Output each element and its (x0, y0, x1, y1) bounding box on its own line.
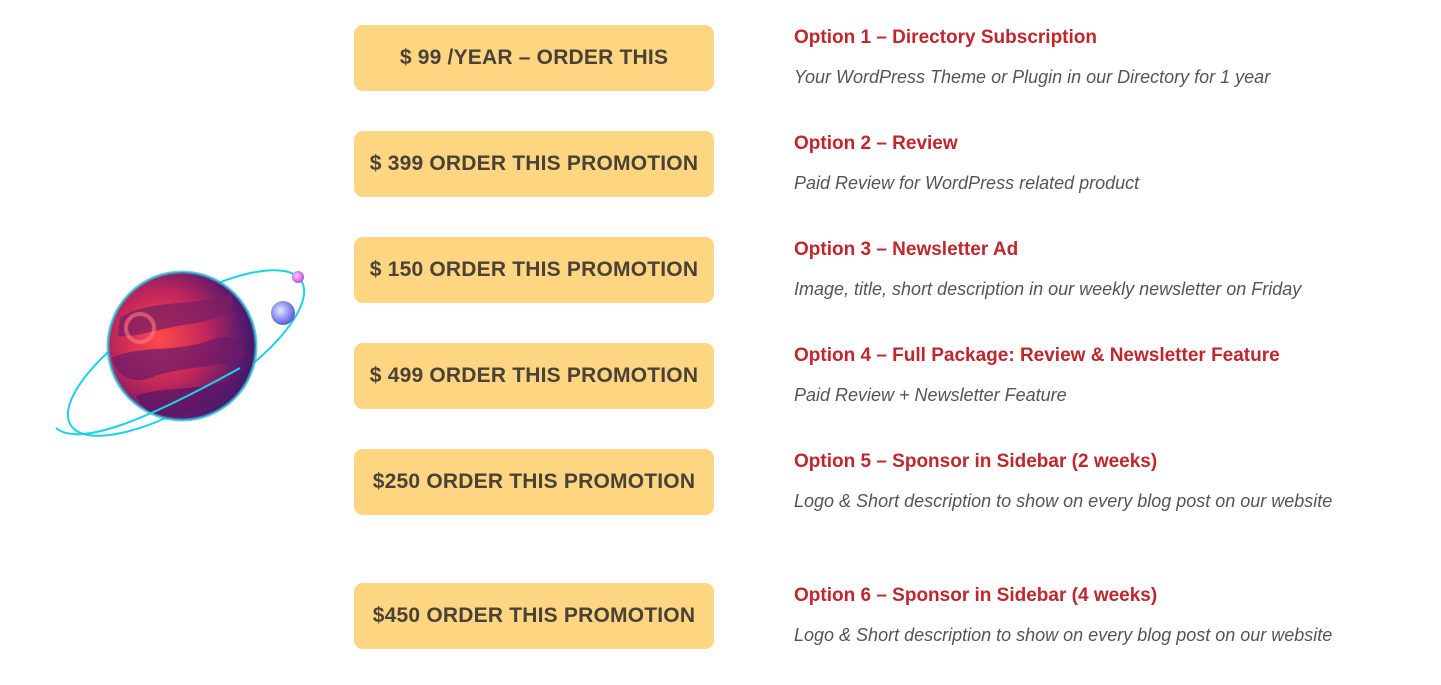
order-option-3-button[interactable]: $ 150 ORDER THIS PROMOTION (354, 237, 714, 303)
option-4-block: Option 4 – Full Package: Review & Newsle… (794, 344, 1394, 410)
option-6-block: Option 6 – Sponsor in Sidebar (4 weeks) … (794, 584, 1394, 650)
option-1-block: Option 1 – Directory Subscription Your W… (794, 26, 1394, 92)
option-1-title: Option 1 – Directory Subscription (794, 27, 1097, 48)
option-3-block: Option 3 – Newsletter Ad Image, title, s… (794, 238, 1394, 304)
planet-illustration (40, 258, 340, 448)
option-3-title: Option 3 – Newsletter Ad (794, 239, 1019, 260)
option-3-description: Image, title, short description in our w… (794, 279, 1302, 299)
option-1-description: Your WordPress Theme or Plugin in our Di… (794, 67, 1271, 87)
option-2-block: Option 2 – Review Paid Review for WordPr… (794, 132, 1394, 198)
option-2-description: Paid Review for WordPress related produc… (794, 173, 1140, 193)
option-4-title: Option 4 – Full Package: Review & Newsle… (794, 345, 1280, 366)
order-option-4-button[interactable]: $ 499 ORDER THIS PROMOTION (354, 343, 714, 409)
order-option-5-button[interactable]: $250 ORDER THIS PROMOTION (354, 449, 714, 515)
option-5-description: Logo & Short description to show on ever… (794, 491, 1333, 511)
option-5-block: Option 5 – Sponsor in Sidebar (2 weeks) … (794, 450, 1394, 516)
planet-with-orbit-icon (55, 269, 306, 437)
order-option-1-button[interactable]: $ 99 /YEAR – ORDER THIS (354, 25, 714, 91)
option-5-title: Option 5 – Sponsor in Sidebar (2 weeks) (794, 451, 1158, 472)
order-option-2-button[interactable]: $ 399 ORDER THIS PROMOTION (354, 131, 714, 197)
option-2-title: Option 2 – Review (794, 133, 958, 154)
option-6-description: Logo & Short description to show on ever… (794, 625, 1333, 645)
option-4-description: Paid Review + Newsletter Feature (794, 385, 1067, 405)
order-option-6-button[interactable]: $450 ORDER THIS PROMOTION (354, 583, 714, 649)
option-6-title: Option 6 – Sponsor in Sidebar (4 weeks) (794, 585, 1158, 606)
